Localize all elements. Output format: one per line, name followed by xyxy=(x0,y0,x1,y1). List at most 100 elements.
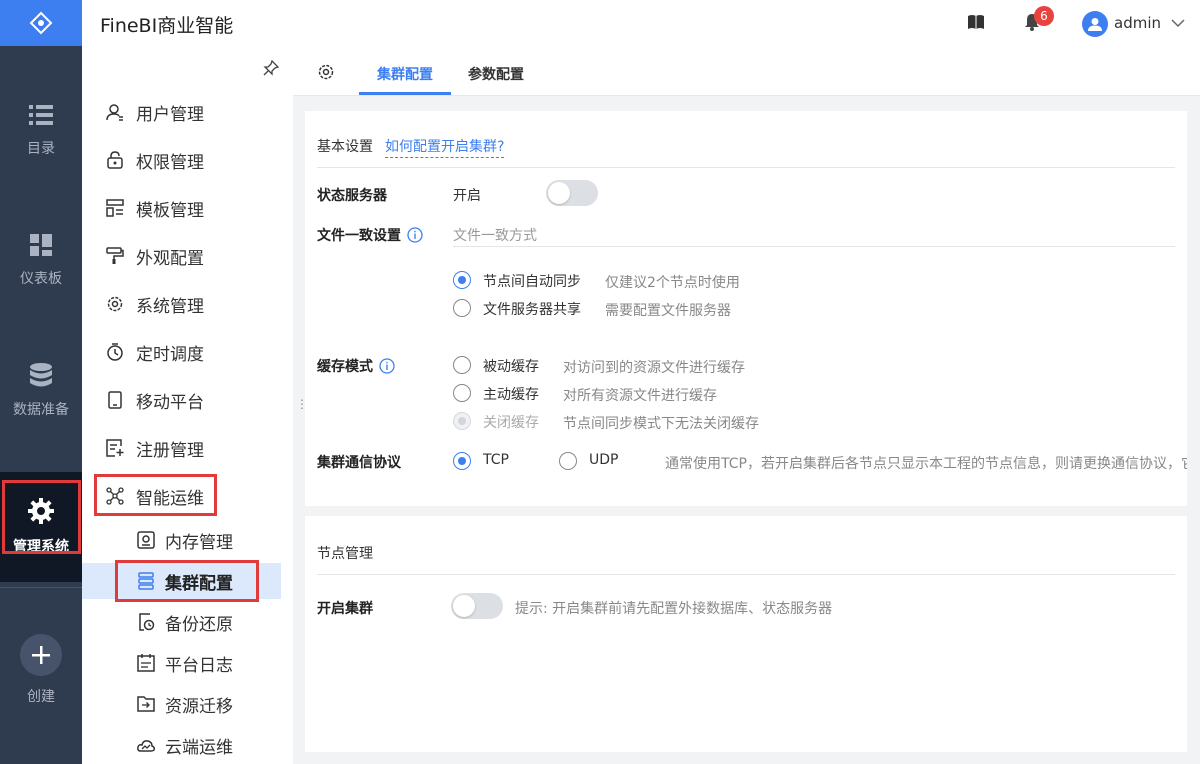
plus-icon xyxy=(32,646,50,664)
active-tab-indicator xyxy=(359,92,451,95)
rail-item-dashboard[interactable]: 仪表板 xyxy=(0,206,82,316)
state-server-value: 开启 xyxy=(453,188,481,204)
avatar[interactable] xyxy=(1082,11,1108,37)
radio-close-cache[interactable] xyxy=(453,412,471,430)
menu-item-label: 智能运维 xyxy=(136,488,204,509)
rail-divider xyxy=(0,587,82,588)
radio-active-cache-label[interactable]: 主动缓存 xyxy=(483,384,539,404)
info-icon[interactable] xyxy=(407,227,423,243)
divider xyxy=(317,167,1175,168)
tab-param-config[interactable]: 参数配置 xyxy=(468,64,524,84)
radio-active-cache-hint: 对所有资源文件进行缓存 xyxy=(563,388,717,404)
tab-cluster-config[interactable]: 集群配置 xyxy=(377,64,433,84)
radio-auto-sync-hint: 仅建议2个节点时使用 xyxy=(605,275,740,291)
radio-tcp-label[interactable]: TCP xyxy=(483,452,509,468)
dashboard-icon xyxy=(30,234,52,256)
rail-item-data-prep[interactable]: 数据准备 xyxy=(0,336,82,446)
radio-auto-sync[interactable] xyxy=(453,271,471,289)
cluster-help-link[interactable]: 如何配置开启集群? xyxy=(385,136,505,158)
memory-icon xyxy=(137,531,155,549)
rail-label: 创建 xyxy=(27,689,55,705)
menu-item-schedule[interactable]: 定时调度 xyxy=(82,332,293,372)
rail-label: 目录 xyxy=(27,141,55,157)
pin-menu-button[interactable] xyxy=(263,59,280,80)
menu-item-system[interactable]: 系统管理 xyxy=(82,284,293,324)
section-title: 节点管理 xyxy=(317,546,373,562)
file-consistency-label: 文件一致设置 xyxy=(317,225,423,245)
radio-active-cache[interactable] xyxy=(453,384,471,402)
divider xyxy=(453,246,1175,247)
rail-item-catalog[interactable]: 目录 xyxy=(0,76,82,186)
menu-item-label: 移动平台 xyxy=(136,392,204,413)
help-doc-button[interactable] xyxy=(967,14,985,34)
radio-passive-cache[interactable] xyxy=(453,356,471,374)
gear-icon xyxy=(28,498,54,524)
menu-item-label: 备份还原 xyxy=(165,614,233,635)
protocol-label: 集群通信协议 xyxy=(317,455,401,471)
backup-icon xyxy=(137,613,155,631)
radio-tcp[interactable] xyxy=(453,452,471,470)
register-icon xyxy=(106,439,124,457)
menu-item-label: 注册管理 xyxy=(136,440,204,461)
gear-icon xyxy=(318,64,334,80)
mobile-icon xyxy=(106,391,124,409)
menu-child-memory[interactable]: 内存管理 xyxy=(82,522,281,558)
menu-item-label: 平台日志 xyxy=(165,655,233,676)
menu-item-template[interactable]: 模板管理 xyxy=(82,188,293,228)
menu-item-appearance[interactable]: 外观配置 xyxy=(82,236,293,276)
state-server-toggle[interactable] xyxy=(546,180,598,206)
radio-udp-label[interactable]: UDP xyxy=(589,452,618,468)
menu-item-mobile[interactable]: 移动平台 xyxy=(82,380,293,420)
menu-item-register[interactable]: 注册管理 xyxy=(82,428,293,468)
menu-item-label: 资源迁移 xyxy=(165,696,233,717)
section-title: 基本设置 xyxy=(317,139,373,155)
menu-item-label: 外观配置 xyxy=(136,248,204,269)
menu-child-migrate[interactable]: 资源迁移 xyxy=(82,686,281,722)
menu-child-cloud[interactable]: 云端运维 xyxy=(82,727,281,763)
radio-file-server[interactable] xyxy=(453,299,471,317)
file-consistency-label-text: 文件一致设置 xyxy=(317,228,401,244)
user-name[interactable]: admin xyxy=(1114,14,1161,32)
paint-roller-icon xyxy=(106,247,124,265)
radio-file-server-label[interactable]: 文件服务器共享 xyxy=(483,299,581,319)
log-icon xyxy=(137,654,155,672)
notification-badge: 6 xyxy=(1034,6,1054,26)
radio-auto-sync-label[interactable]: 节点间自动同步 xyxy=(483,271,581,291)
cache-mode-label-text: 缓存模式 xyxy=(317,359,373,375)
menu-item-label: 集群配置 xyxy=(165,573,233,594)
menu-child-log[interactable]: 平台日志 xyxy=(82,645,281,681)
enable-cluster-toggle[interactable] xyxy=(451,593,503,619)
basic-settings-panel: 基本设置 如何配置开启集群? 状态服务器 开启 文件一致设置 文件一致方式 节点… xyxy=(305,111,1187,506)
chevron-down-icon xyxy=(1171,19,1185,28)
radio-passive-cache-label[interactable]: 被动缓存 xyxy=(483,356,539,376)
menu-item-smart-ops[interactable]: 智能运维 xyxy=(82,476,293,516)
radio-close-cache-label[interactable]: 关闭缓存 xyxy=(483,412,539,432)
network-icon xyxy=(106,487,124,505)
menu-item-label: 权限管理 xyxy=(136,152,204,173)
book-icon xyxy=(968,15,984,29)
user-menu-toggle[interactable] xyxy=(1171,16,1185,32)
radio-udp[interactable] xyxy=(559,452,577,470)
menu-child-cluster[interactable]: 集群配置 xyxy=(82,563,281,599)
app-logo[interactable] xyxy=(0,0,82,46)
menu-item-label: 模板管理 xyxy=(136,200,204,221)
info-icon[interactable] xyxy=(379,358,395,374)
menu-item-label: 定时调度 xyxy=(136,344,204,365)
menu-item-label: 云端运维 xyxy=(165,737,233,758)
rail-label: 管理系统 xyxy=(13,539,69,555)
menu-item-permission[interactable]: 权限管理 xyxy=(82,140,293,180)
migrate-icon xyxy=(137,695,155,713)
state-server-label: 状态服务器 xyxy=(317,188,387,204)
create-button[interactable] xyxy=(20,634,62,676)
app-title: FineBI商业智能 xyxy=(100,15,234,37)
menu-item-user-management[interactable]: 用户管理 xyxy=(82,92,293,132)
enable-cluster-hint: 提示: 开启集群前请先配置外接数据库、状态服务器 xyxy=(515,601,833,617)
enable-cluster-label: 开启集群 xyxy=(317,601,373,617)
radio-file-server-hint: 需要配置文件服务器 xyxy=(605,303,731,319)
rail-item-admin[interactable]: 管理系统 xyxy=(0,472,82,582)
list-icon xyxy=(29,105,53,125)
database-icon xyxy=(30,363,52,387)
menu-child-backup[interactable]: 备份还原 xyxy=(82,604,281,640)
tab-settings-button[interactable] xyxy=(317,63,335,85)
rail-item-create[interactable]: 创建 xyxy=(0,620,82,720)
